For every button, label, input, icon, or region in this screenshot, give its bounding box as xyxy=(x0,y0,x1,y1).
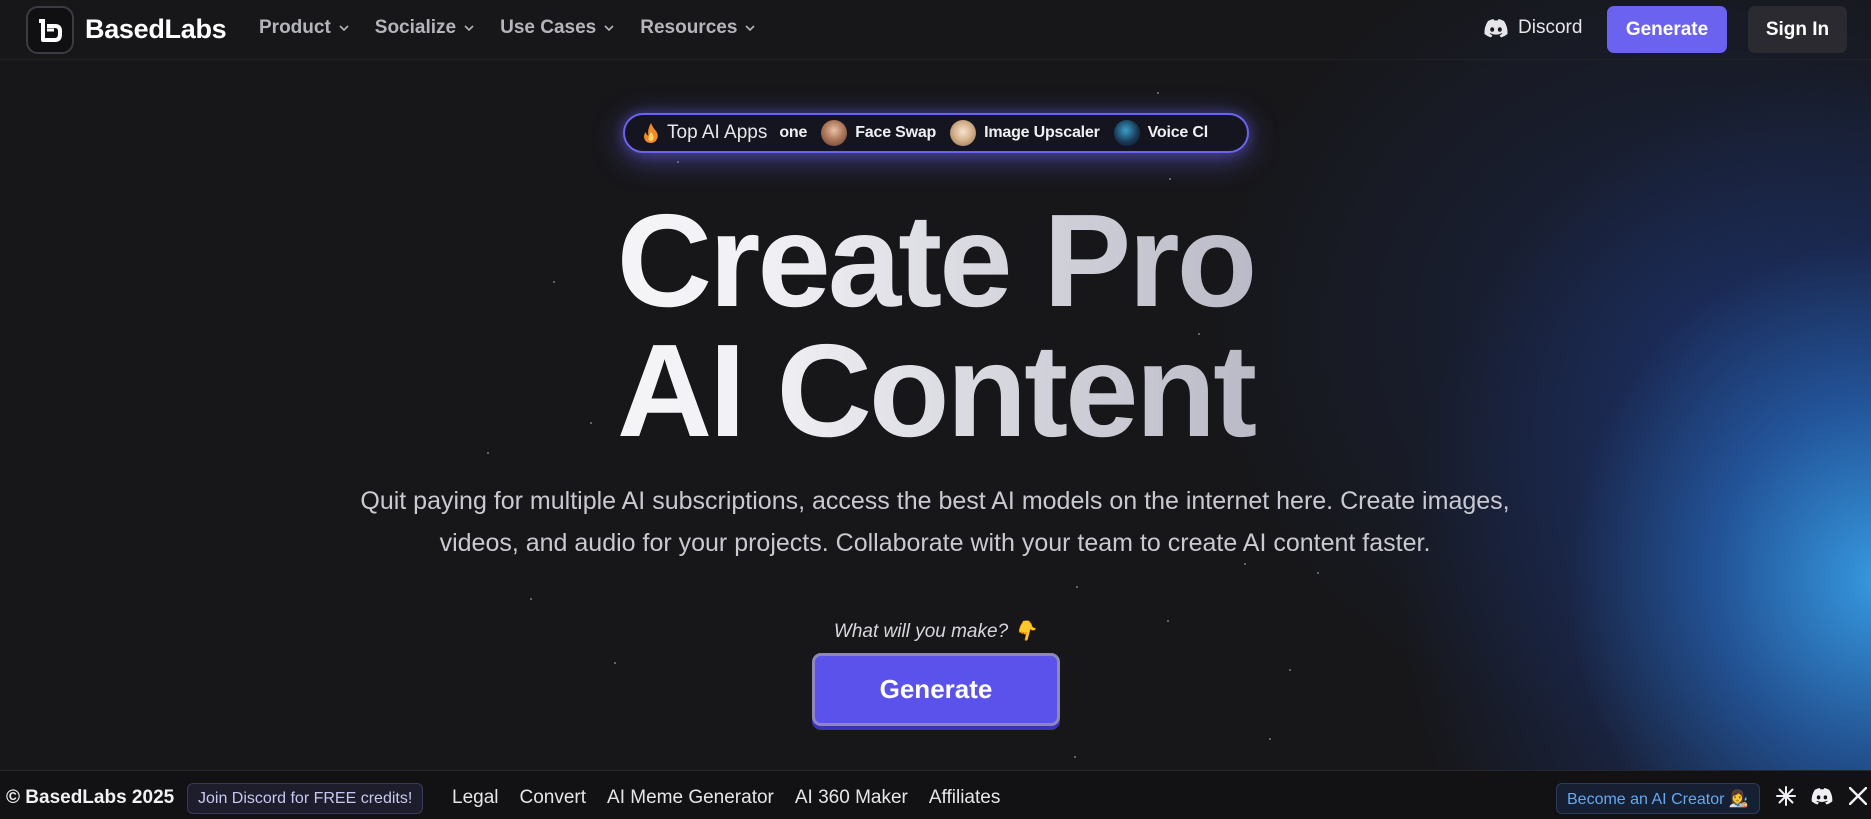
discord-link[interactable]: Discord xyxy=(1484,17,1582,39)
generate-button-main[interactable]: Generate xyxy=(812,653,1060,726)
chevron-down-icon xyxy=(339,25,349,32)
hero-subtitle: Quit paying for multiple AI subscription… xyxy=(360,487,1510,557)
app-item-image-upscaler-label: Image Upscaler xyxy=(984,124,1100,141)
sparkle-icon[interactable] xyxy=(1775,785,1797,807)
become-creator-button[interactable]: Become an AI Creator 👩‍🎨 xyxy=(1556,783,1760,814)
discord-icon xyxy=(1484,18,1508,37)
menu-use-cases[interactable]: Use Cases xyxy=(500,17,614,39)
top-nav: BasedLabs Product Socialize Use Cases Re… xyxy=(0,0,1871,60)
footer-link-affiliates[interactable]: Affiliates xyxy=(929,787,1000,809)
footer-link-360-maker[interactable]: AI 360 Maker xyxy=(795,787,908,809)
menu-socialize-label: Socialize xyxy=(374,17,457,38)
menu-product[interactable]: Product xyxy=(259,17,349,39)
app-item-voice-clone[interactable]: Voice Cl xyxy=(1113,120,1209,146)
footer-link-legal[interactable]: Legal xyxy=(452,787,499,809)
brand-logo[interactable] xyxy=(26,6,74,54)
footer-bar: © BasedLabs 2025 Join Discord for FREE c… xyxy=(0,770,1871,819)
top-apps-marquee[interactable]: Top AI Apps one Face Swap Image Upscaler… xyxy=(623,113,1249,153)
app-item-face-swap-label: Face Swap xyxy=(855,124,937,141)
menu-resources[interactable]: Resources xyxy=(640,17,755,39)
menu-product-label: Product xyxy=(259,17,331,38)
voice-clone-avatar xyxy=(1113,120,1140,146)
main-menu: Product Socialize Use Cases Resources xyxy=(259,17,755,39)
top-apps-text: Top AI Apps xyxy=(667,122,768,143)
app-item-voice-clone-label: Voice Cl xyxy=(1147,124,1209,141)
image-upscaler-avatar xyxy=(950,120,977,146)
face-swap-avatar xyxy=(821,120,848,146)
join-discord-button[interactable]: Join Discord for FREE credits! xyxy=(187,783,424,814)
chevron-down-icon xyxy=(464,25,474,32)
chevron-down-icon xyxy=(604,25,614,32)
app-item-image-upscaler[interactable]: Image Upscaler xyxy=(950,120,1100,146)
discord-label: Discord xyxy=(1518,17,1583,38)
footer-links: Legal Convert AI Meme Generator AI 360 M… xyxy=(452,787,1000,809)
top-apps-track: one Face Swap Image Upscaler Voice Cl xyxy=(779,120,1208,146)
app-item-one[interactable]: one xyxy=(779,124,807,142)
menu-use-cases-label: Use Cases xyxy=(500,17,597,38)
sign-in-button[interactable]: Sign In xyxy=(1748,6,1847,53)
menu-socialize[interactable]: Socialize xyxy=(375,17,474,39)
fire-icon xyxy=(644,123,658,143)
footer-social-icons xyxy=(1775,785,1869,807)
menu-resources-label: Resources xyxy=(640,17,738,38)
make-prompt: What will you make? 👇 xyxy=(833,621,1038,642)
brand-logo-icon xyxy=(39,19,62,42)
discord-icon[interactable] xyxy=(1811,785,1833,807)
copyright: © BasedLabs 2025 xyxy=(6,787,175,808)
app-item-face-swap[interactable]: Face Swap xyxy=(821,120,936,146)
brand-name[interactable]: BasedLabs xyxy=(85,14,227,45)
app-item-one-label: one xyxy=(779,124,808,141)
footer-link-convert[interactable]: Convert xyxy=(520,787,587,809)
generate-button-nav[interactable]: Generate xyxy=(1607,6,1727,53)
top-apps-label: Top AI Apps xyxy=(643,122,767,144)
chevron-down-icon xyxy=(745,25,755,32)
hero-title-line-2: AI Content xyxy=(0,316,1871,466)
footer-link-meme-generator[interactable]: AI Meme Generator xyxy=(607,787,774,809)
hero-title-line-1: Create Pro xyxy=(0,186,1871,336)
x-icon[interactable] xyxy=(1847,785,1869,807)
